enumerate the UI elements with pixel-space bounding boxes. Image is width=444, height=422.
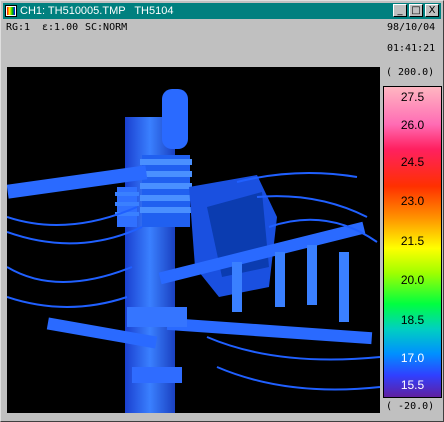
scale-tick: 21.5 <box>400 234 425 248</box>
scale-min-range: ( -20.0) <box>386 401 435 412</box>
window-controls: _ □ X <box>391 4 439 17</box>
close-button[interactable]: X <box>425 4 439 17</box>
time-label: 01:41:21 <box>387 43 436 54</box>
scale-tick: 24.5 <box>400 155 425 169</box>
thermal-image[interactable] <box>7 67 380 413</box>
scale-tick: 27.5 <box>400 90 425 104</box>
window-title: CH1: TH510005.TMP TH5104 <box>20 5 174 17</box>
scale-tick: 23.0 <box>400 194 425 208</box>
thermal-viewer-window: CH1: TH510005.TMP TH5104 _ □ X RG:1 ε:1.… <box>0 0 444 422</box>
scale-tick: 15.5 <box>400 378 425 392</box>
range-gain-label: RG:1 <box>6 22 31 33</box>
date-label: 98/10/04 <box>387 22 436 33</box>
scale-tick: 20.0 <box>400 273 425 287</box>
utility-pole-thermogram <box>7 89 380 413</box>
scale-tick: 18.5 <box>400 313 425 327</box>
maximize-button[interactable]: □ <box>409 4 423 17</box>
title-bar[interactable]: CH1: TH510005.TMP TH5104 _ □ X <box>3 3 441 19</box>
scale-max-range: ( 200.0) <box>386 67 435 78</box>
scale-mode-label: SC:NORM <box>85 22 128 33</box>
scale-tick: 26.0 <box>400 118 425 132</box>
scale-tick: 17.0 <box>400 351 425 365</box>
temperature-color-scale: 27.5 26.0 24.5 23.0 21.5 20.0 18.5 17.0 … <box>383 86 442 398</box>
emissivity-label: ε:1.00 <box>42 22 79 33</box>
app-icon[interactable] <box>5 5 17 17</box>
minimize-button[interactable]: _ <box>393 4 407 17</box>
